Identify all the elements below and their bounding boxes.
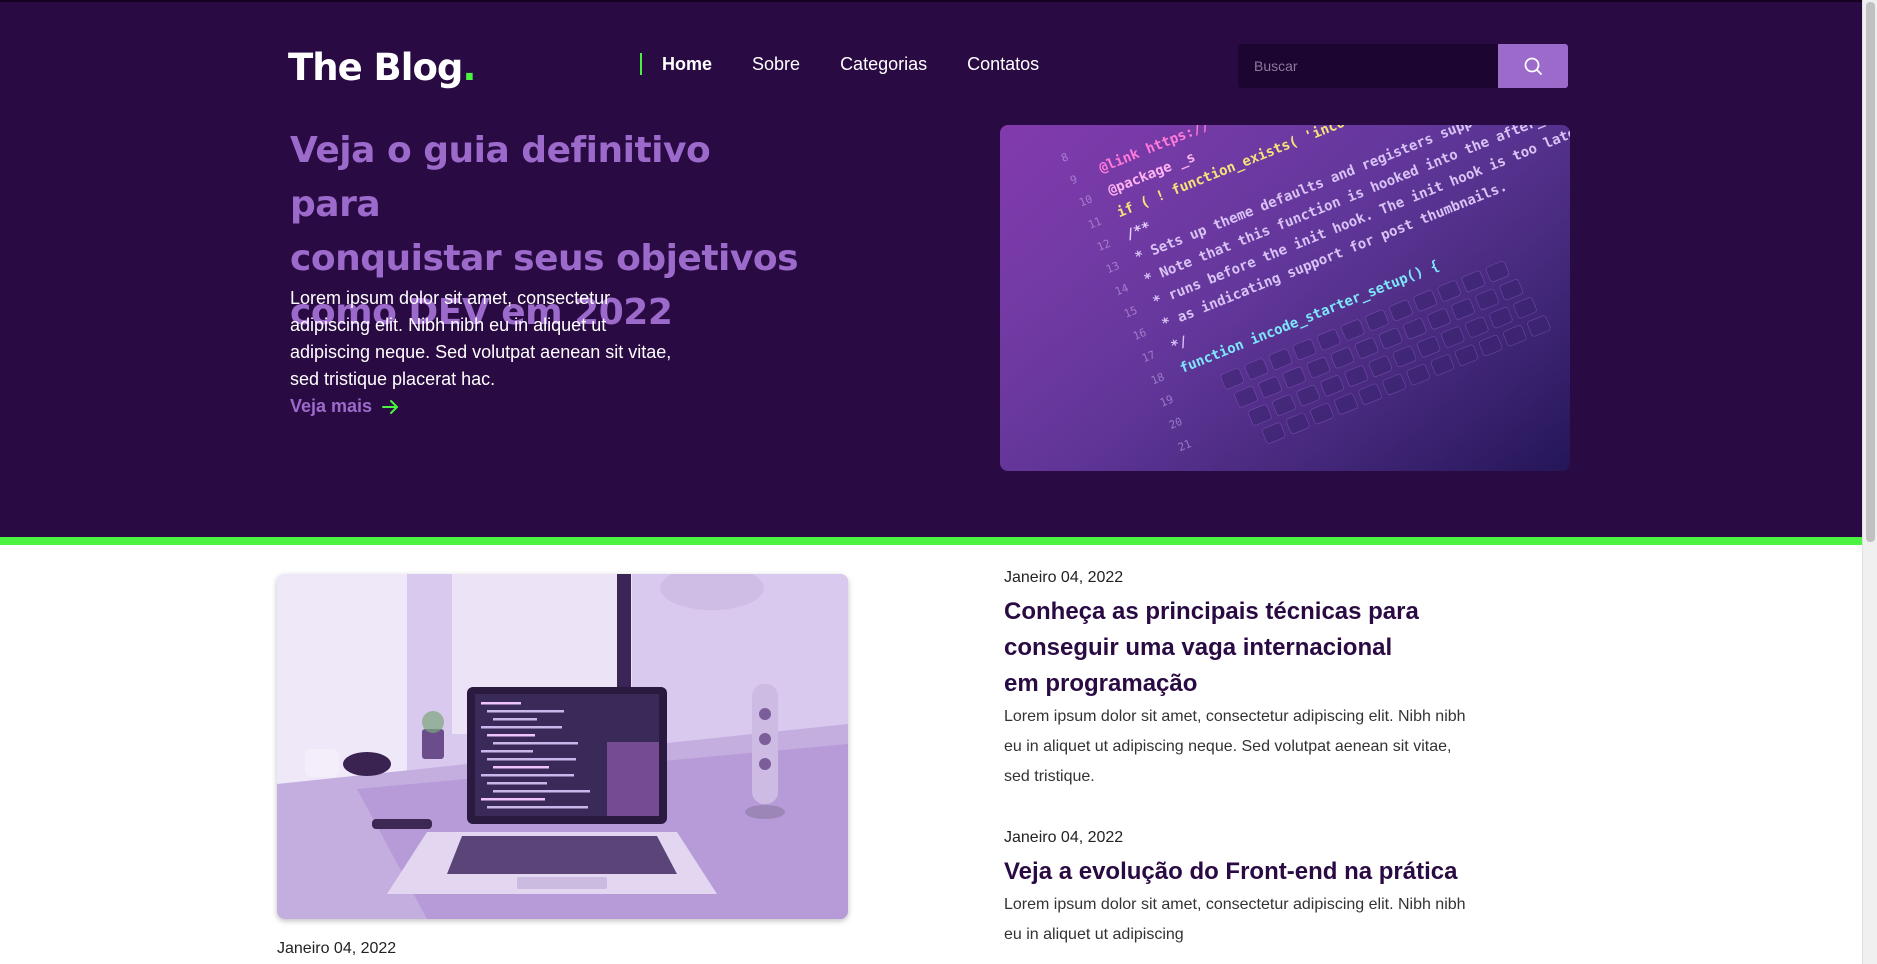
post-title[interactable]: Veja a evolução do Front-end na prática (1004, 854, 1564, 890)
nav-item-sobre[interactable]: Sobre (752, 54, 800, 75)
post-excerpt: Lorem ipsum dolor sit amet, consectetur … (1004, 702, 1524, 792)
post-excerpt-line: sed tristique. (1004, 768, 1095, 785)
nav-item-home[interactable]: Home (662, 54, 712, 75)
screen-code-line (481, 750, 533, 753)
scrollbar-thumb[interactable] (1866, 2, 1875, 542)
logo[interactable]: The Blog. (288, 46, 476, 89)
logo-text: The Blog (288, 46, 463, 89)
hero-title-line: conquistar seus objetivos (290, 238, 799, 279)
hero-text-line: adipiscing elit. Nibh nibh eu in aliquet… (290, 315, 607, 335)
post-title-line: Veja a evolução do Front-end na prática (1004, 858, 1458, 885)
nav-item-contatos[interactable]: Contatos (967, 54, 1039, 75)
veja-mais-link[interactable]: Veja mais (290, 396, 400, 417)
screen-code-line (493, 766, 549, 769)
featured-post-image[interactable] (277, 574, 848, 919)
accent-divider (0, 537, 1862, 545)
hero-description: Lorem ipsum dolor sit amet, consectetur … (290, 285, 690, 393)
screen-code-line (487, 710, 564, 713)
post-title-line: Conheça as principais técnicas para (1004, 598, 1419, 625)
laptop-desk-illustration (277, 574, 848, 919)
post-excerpt-line: eu in aliquet ut adipiscing neque. Sed v… (1004, 738, 1452, 755)
hero-image: 8 9 10 11 12 13 14 15 16 17 18 19 20 21 @link https:/… (1000, 125, 1570, 471)
screen-code-line (493, 718, 537, 721)
screen-code-line (487, 758, 576, 761)
screen-code-line (481, 774, 574, 777)
screen-code-line (487, 806, 588, 809)
post-excerpt: Lorem ipsum dolor sit amet, consectetur … (1004, 890, 1524, 950)
search-button[interactable] (1498, 44, 1568, 88)
post-excerpt-line: Lorem ipsum dolor sit amet, consectetur … (1004, 896, 1466, 913)
screen-code-line (493, 790, 590, 793)
screen-code-line (481, 726, 562, 729)
post-title-line: conseguir uma vaga internacional (1004, 634, 1393, 661)
screen-code-line (487, 734, 535, 737)
post-date: Janeiro 04, 2022 (1004, 569, 1124, 586)
screen-code-line (493, 742, 578, 745)
arrow-right-icon (382, 399, 400, 415)
screen-code-line (481, 702, 521, 705)
veja-mais-label: Veja mais (290, 396, 373, 416)
hero-text-line: sed tristique placerat hac. (290, 369, 496, 389)
screen-code-line (481, 798, 545, 801)
post-title-line: em programação (1004, 670, 1198, 697)
hero-title-line: Veja o guia definitivo para (290, 130, 711, 225)
vertical-scrollbar[interactable] (1862, 0, 1877, 964)
nav-item-categorias[interactable]: Categorias (840, 54, 927, 75)
featured-post-date: Janeiro 04, 2022 (277, 940, 397, 957)
hero-text-line: adipiscing neque. Sed volutpat aenean si… (290, 342, 672, 362)
search-input[interactable] (1238, 44, 1498, 88)
post-title[interactable]: Conheça as principais técnicas para cons… (1004, 594, 1524, 702)
hero-image-code-graphic: 89101112131415161718192021 @link https:/… (1000, 125, 1570, 471)
search-icon (1524, 57, 1542, 75)
page: The Blog. Home Sobre Categorias Contatos… (0, 0, 1862, 964)
post-date: Janeiro 04, 2022 (1004, 829, 1124, 846)
hero-section: The Blog. Home Sobre Categorias Contatos… (0, 0, 1862, 537)
search-bar (1238, 44, 1568, 88)
post-excerpt-line: eu in aliquet ut adipiscing (1004, 926, 1184, 943)
nav-active-indicator (640, 53, 642, 75)
hero-text-line: Lorem ipsum dolor sit amet, consectetur (290, 288, 611, 308)
screen-code-line (487, 782, 547, 785)
main-nav: Home Sobre Categorias Contatos (640, 52, 1079, 76)
logo-dot: . (462, 46, 476, 89)
post-excerpt-line: Lorem ipsum dolor sit amet, consectetur … (1004, 708, 1466, 725)
